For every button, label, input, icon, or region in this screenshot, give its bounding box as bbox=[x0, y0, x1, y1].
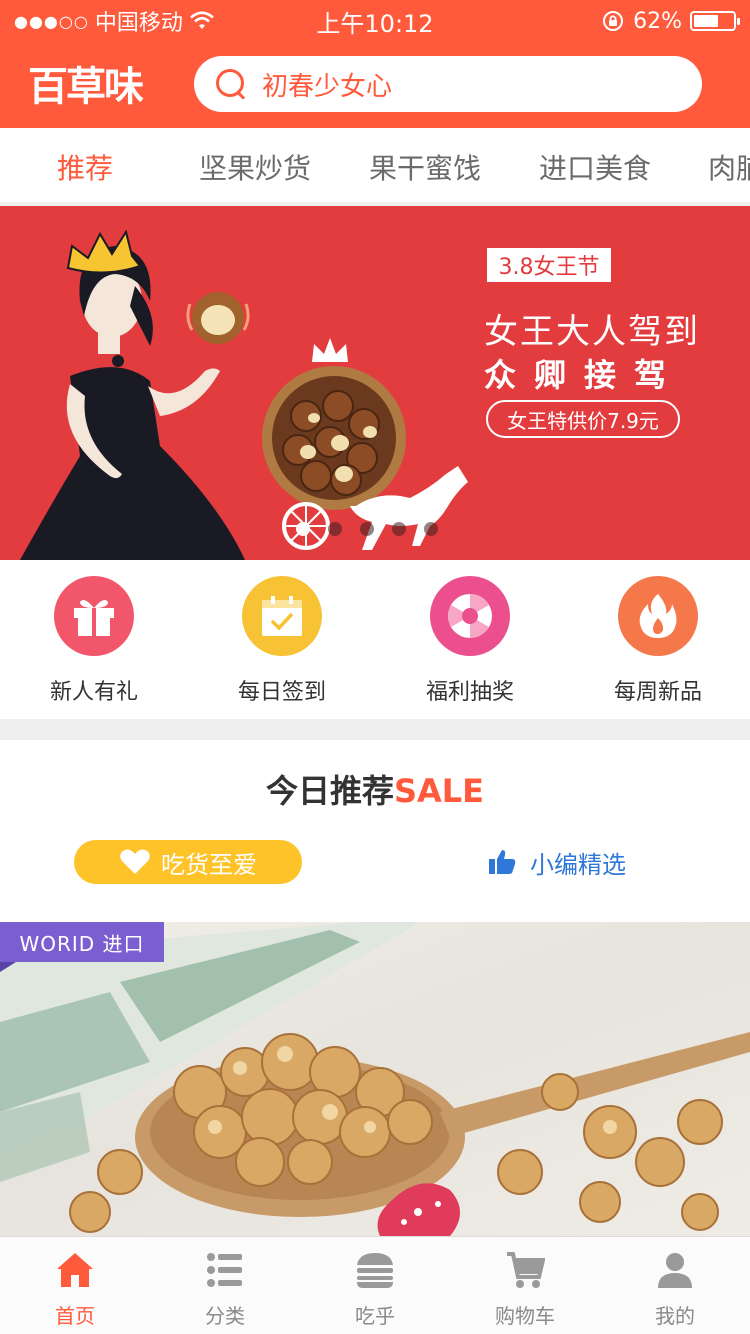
status-right: 62% bbox=[601, 0, 740, 42]
section-title: 今日推荐SALE bbox=[0, 766, 750, 812]
tabbar-home[interactable]: 首页 bbox=[0, 1237, 150, 1334]
entry-lottery[interactable]: 福利抽奖 bbox=[376, 576, 564, 716]
search-bar[interactable]: 初春少女心 bbox=[194, 56, 702, 112]
entry-label: 每周新品 bbox=[613, 680, 702, 705]
tab-jerky[interactable]: 肉脯 bbox=[680, 128, 750, 202]
carousel-dot[interactable] bbox=[296, 522, 310, 536]
rotation-lock-icon bbox=[603, 11, 624, 31]
quick-entries: 新人有礼 每日签到 福利抽奖 每周新品 bbox=[0, 560, 750, 720]
carousel-dot[interactable] bbox=[360, 522, 374, 536]
carousel-dot[interactable] bbox=[392, 522, 406, 536]
entry-label: 福利抽奖 bbox=[425, 680, 514, 705]
tabbar-cart[interactable]: 购物车 bbox=[450, 1237, 600, 1334]
foodie-favorite-chip[interactable]: 吃货至爱 bbox=[74, 840, 302, 884]
burger-icon bbox=[353, 1248, 397, 1292]
brand-logo[interactable]: 百草味 bbox=[28, 54, 144, 112]
gift-icon bbox=[54, 576, 134, 656]
lottery-wheel-icon bbox=[430, 576, 510, 656]
carousel-dot[interactable] bbox=[424, 522, 438, 536]
flame-icon bbox=[618, 576, 698, 656]
heart-icon bbox=[120, 849, 150, 874]
thumbs-up-icon bbox=[489, 850, 516, 874]
tabbar-chihu[interactable]: 吃乎 bbox=[300, 1237, 450, 1334]
tabbar-label: 吃乎 bbox=[355, 1304, 395, 1328]
entry-new-user-gift[interactable]: 新人有礼 bbox=[0, 576, 188, 716]
tab-dried-fruit[interactable]: 果干蜜饯 bbox=[340, 128, 510, 202]
search-icon bbox=[214, 67, 248, 101]
section-title-sale: SALE bbox=[393, 772, 485, 810]
tabbar-profile[interactable]: 我的 bbox=[600, 1237, 750, 1334]
banner-headline: 女王大人驾到 bbox=[484, 312, 700, 352]
app-header: 百草味 初春少女心 bbox=[0, 42, 750, 128]
entry-daily-checkin[interactable]: 每日签到 bbox=[188, 576, 376, 716]
list-icon bbox=[203, 1248, 247, 1292]
app-screen: ●●●○○ 中国移动 上午10:12 62% 百草味 初春少女心 推荐 坚果炒货… bbox=[0, 0, 750, 1334]
banner-subheadline: 众卿接驾 bbox=[484, 356, 685, 394]
home-icon bbox=[53, 1248, 97, 1292]
section-divider bbox=[0, 720, 750, 740]
chip-label: 吃货至爱 bbox=[161, 850, 257, 879]
search-input[interactable]: 初春少女心 bbox=[262, 66, 392, 103]
tabbar-label: 购物车 bbox=[495, 1304, 555, 1328]
chip-label: 小编精选 bbox=[530, 850, 626, 879]
badge-tail bbox=[0, 962, 16, 972]
bottom-tab-bar: 首页 分类 吃乎 购物车 我的 bbox=[0, 1236, 750, 1334]
tabbar-label: 首页 bbox=[55, 1304, 95, 1328]
price-pill: 女王特供价7.9元 bbox=[486, 400, 680, 438]
cart-icon bbox=[503, 1248, 547, 1292]
battery-percent: 62% bbox=[633, 8, 682, 34]
editor-pick-chip[interactable]: 小编精选 bbox=[488, 840, 626, 884]
category-tabs: 推荐 坚果炒货 果干蜜饯 进口美食 肉脯 bbox=[0, 128, 750, 206]
tabbar-label: 我的 bbox=[655, 1304, 695, 1328]
entry-label: 每日签到 bbox=[237, 680, 326, 705]
carousel-dots[interactable] bbox=[296, 522, 438, 536]
import-badge: WORID 进口 bbox=[0, 922, 164, 962]
product-image[interactable]: WORID 进口 bbox=[0, 922, 750, 1236]
today-recommend-section: 今日推荐SALE 吃货至爱 小编精选 bbox=[0, 740, 750, 922]
tabbar-category[interactable]: 分类 bbox=[150, 1237, 300, 1334]
promo-banner[interactable]: 3.8女王节 女王大人驾到 众卿接驾 女王特供价7.9元 bbox=[0, 206, 750, 560]
queen-illustration bbox=[20, 229, 468, 560]
tabbar-label: 分类 bbox=[205, 1304, 245, 1328]
battery-icon bbox=[690, 11, 740, 31]
status-bar: ●●●○○ 中国移动 上午10:12 62% bbox=[0, 0, 750, 42]
tab-nuts[interactable]: 坚果炒货 bbox=[170, 128, 340, 202]
entry-weekly-new[interactable]: 每周新品 bbox=[564, 576, 750, 716]
battery-fill bbox=[694, 15, 718, 27]
entry-label: 新人有礼 bbox=[49, 680, 138, 705]
user-icon bbox=[653, 1248, 697, 1292]
festival-tag: 3.8女王节 bbox=[487, 248, 611, 282]
tab-recommend[interactable]: 推荐 bbox=[0, 128, 170, 202]
section-title-main: 今日推荐 bbox=[265, 772, 394, 810]
calendar-check-icon bbox=[242, 576, 322, 656]
tab-imported[interactable]: 进口美食 bbox=[510, 128, 680, 202]
carousel-dot[interactable] bbox=[328, 522, 342, 536]
granola-photo bbox=[0, 922, 750, 1236]
